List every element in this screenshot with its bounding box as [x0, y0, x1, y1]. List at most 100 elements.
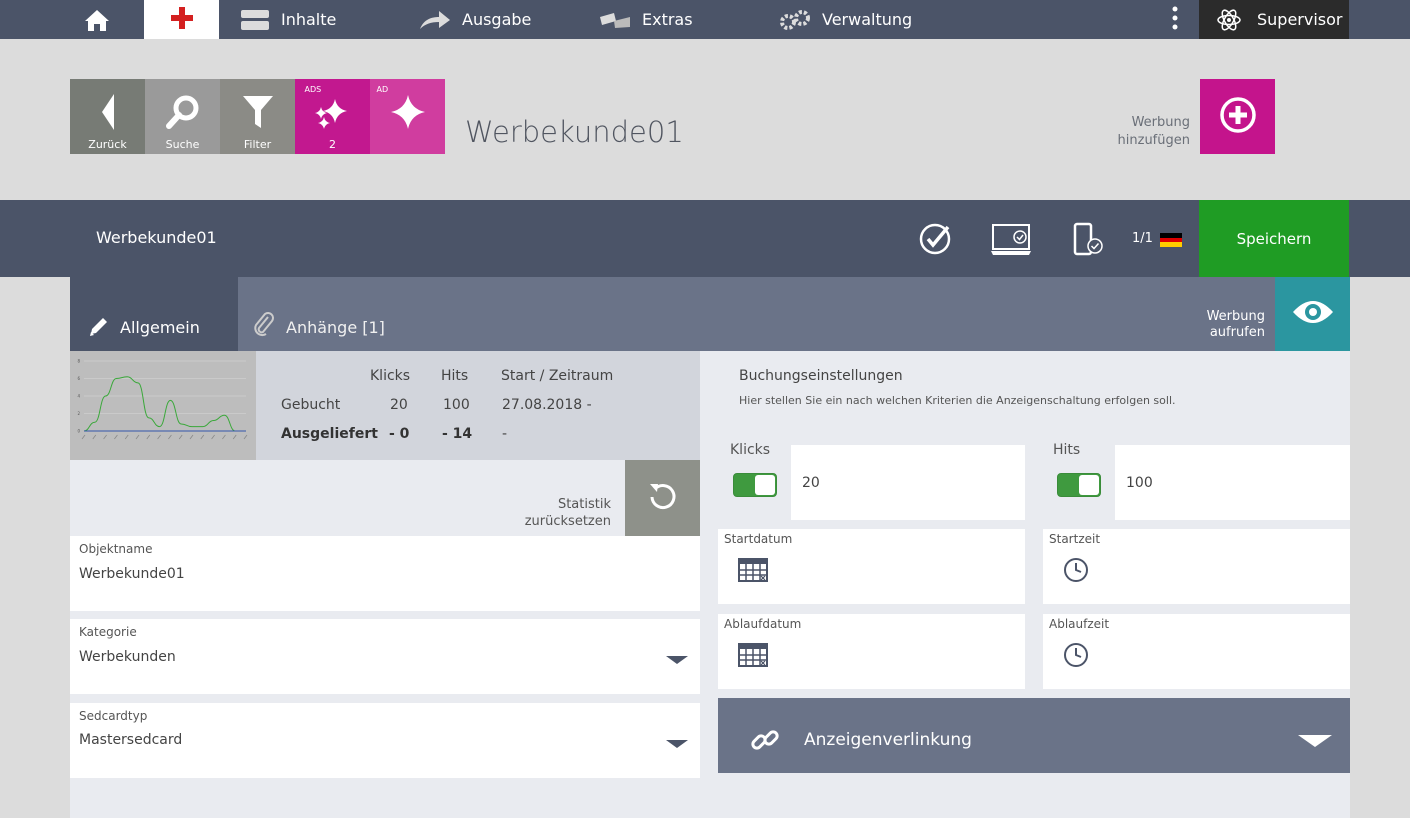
- chart-y-tick: 8: [77, 359, 80, 364]
- nav-medical[interactable]: [144, 0, 219, 39]
- filter-button[interactable]: Filter: [220, 79, 295, 154]
- ad-icon-text: AD: [376, 85, 389, 94]
- pencil-icon: [88, 315, 110, 337]
- view-ad-label-line2: aufrufen: [1209, 325, 1265, 340]
- chart-x-tick: [222, 434, 226, 440]
- calendar-icon[interactable]: [738, 558, 768, 586]
- chart-y-tick: 6: [77, 376, 80, 381]
- klicks-label: Klicks: [730, 442, 771, 458]
- ablaufdatum-field[interactable]: Ablaufdatum: [718, 614, 1025, 689]
- view-ad-button[interactable]: [1275, 277, 1350, 351]
- startzeit-label: Startzeit: [1049, 532, 1101, 546]
- hits-toggle[interactable]: [1057, 473, 1101, 497]
- reset-statistics-button[interactable]: [625, 460, 700, 536]
- chart-x-tick: [168, 434, 172, 440]
- search-button[interactable]: Suche: [145, 79, 220, 154]
- back-button-label: Zurück: [88, 138, 127, 151]
- chart-series-line: [83, 376, 246, 432]
- reset-label-line1: Statistik: [557, 497, 611, 512]
- mobile-check-icon[interactable]: [1072, 222, 1104, 260]
- ablaufdatum-label: Ablaufdatum: [724, 617, 802, 631]
- klicks-input-value: 20: [802, 475, 820, 491]
- back-button[interactable]: Zurück: [70, 79, 145, 154]
- nav-extras[interactable]: Extras: [600, 0, 693, 39]
- startzeit-field[interactable]: Startzeit: [1043, 529, 1350, 604]
- filter-button-label: Filter: [243, 138, 272, 151]
- tab-allgemein-label: Allgemein: [120, 318, 200, 337]
- stats-row-label: Ausgeliefert: [281, 426, 378, 442]
- ad-button[interactable]: AD: [370, 79, 445, 154]
- chart-x-tick: [92, 434, 97, 440]
- chart-x-tick: [189, 434, 194, 440]
- tab-allgemein[interactable]: Allgemein: [70, 277, 238, 351]
- objektname-value: Werbekunde01: [79, 566, 185, 582]
- ablaufzeit-label: Ablaufzeit: [1049, 617, 1110, 631]
- klicks-toggle[interactable]: [733, 473, 777, 497]
- clock-icon[interactable]: [1063, 642, 1089, 672]
- chevron-down-icon: [666, 740, 688, 748]
- ads-sparkle-icon: ADS: [305, 85, 353, 131]
- ad-sparkle-icon: AD: [377, 85, 427, 131]
- page-title: Werbekunde01: [465, 115, 684, 149]
- startdatum-field[interactable]: Startdatum: [718, 529, 1025, 604]
- reset-label-line2: zurücksetzen: [524, 514, 611, 529]
- chart-svg: 0 2 4 6 8: [77, 359, 248, 440]
- tab-anhaenge-label: Anhänge [1]: [286, 318, 385, 337]
- chart-x-tick: [146, 434, 151, 440]
- chart-x-tick: [103, 434, 107, 440]
- chart-y-tick: 4: [77, 394, 80, 399]
- sedcardtyp-select[interactable]: Sedcardtyp Mastersedcard: [70, 703, 700, 778]
- nav-home[interactable]: [84, 0, 122, 39]
- view-ad-label: Werbung aufrufen: [1195, 309, 1265, 341]
- ads-count: 2: [329, 138, 336, 151]
- share-arrow-icon: [420, 10, 450, 30]
- nav-ausgabe[interactable]: Ausgabe: [420, 0, 531, 39]
- nav-supervisor[interactable]: Supervisor: [1199, 0, 1349, 39]
- hits-input[interactable]: 100: [1115, 445, 1350, 520]
- toggle-knob: [755, 475, 775, 495]
- chart-x-tick: [124, 434, 129, 440]
- nav-verwaltung-label: Verwaltung: [822, 10, 913, 29]
- ads-button[interactable]: ADS 2: [295, 79, 370, 154]
- ads-icon-text: ADS: [304, 85, 322, 94]
- record-pager: 1/1: [1132, 231, 1153, 246]
- kategorie-select[interactable]: Kategorie Werbekunden: [70, 619, 700, 694]
- nav-more-menu[interactable]: [1166, 0, 1184, 39]
- booking-description: Hier stellen Sie ein nach welchen Kriter…: [739, 394, 1176, 407]
- chevron-down-icon: [1298, 735, 1332, 747]
- anzeigenverlinkung-accordion[interactable]: Anzeigenverlinkung: [718, 698, 1350, 773]
- chart-x-tick: [232, 434, 237, 440]
- red-cross-icon: [170, 6, 193, 33]
- add-ad-button[interactable]: [1200, 79, 1275, 154]
- stats-cell-hits: - 14: [442, 426, 473, 442]
- stats-row-label: Gebucht: [281, 397, 341, 413]
- desktop-check-icon[interactable]: [991, 223, 1033, 261]
- chart-y-tick: 0: [77, 429, 80, 434]
- save-button[interactable]: Speichern: [1199, 200, 1349, 277]
- chart-x-tick: [211, 434, 215, 440]
- ablaufzeit-field[interactable]: Ablaufzeit: [1043, 614, 1350, 689]
- klicks-input[interactable]: 20: [791, 445, 1025, 520]
- statistics-table: Klicks Hits Start / Zeitraum Gebucht 20 …: [256, 351, 700, 460]
- reset-arrow-icon: [647, 480, 679, 516]
- check-circle-icon[interactable]: [918, 222, 952, 260]
- nav-inhalte-label: Inhalte: [281, 10, 337, 29]
- sedcardtyp-value: Mastersedcard: [79, 732, 183, 748]
- objektname-field[interactable]: Objektname Werbekunde01: [70, 536, 700, 611]
- clock-icon[interactable]: [1063, 557, 1089, 587]
- tab-anhaenge[interactable]: Anhänge [1]: [252, 277, 385, 351]
- nav-verwaltung[interactable]: Verwaltung: [780, 0, 912, 39]
- reset-statistics-label: Statistik zurücksetzen: [510, 496, 611, 530]
- stats-header-hits: Hits: [441, 368, 469, 384]
- view-ad-label-line1: Werbung: [1206, 309, 1265, 324]
- tab-bar: Allgemein Anhänge [1]: [70, 277, 1350, 351]
- nav-inhalte[interactable]: Inhalte: [241, 0, 336, 39]
- search-button-label: Suche: [165, 138, 200, 151]
- sedcardtyp-label: Sedcardtyp: [79, 709, 148, 723]
- nav-extras-label: Extras: [642, 10, 693, 29]
- top-navigation: Inhalte Ausgabe Extras Verwaltung Superv…: [0, 0, 1410, 39]
- booking-title: Buchungseinstellungen: [739, 368, 903, 384]
- calendar-icon[interactable]: [738, 643, 768, 671]
- german-flag-icon[interactable]: [1160, 233, 1182, 247]
- stats-header-start: Start / Zeitraum: [501, 368, 614, 384]
